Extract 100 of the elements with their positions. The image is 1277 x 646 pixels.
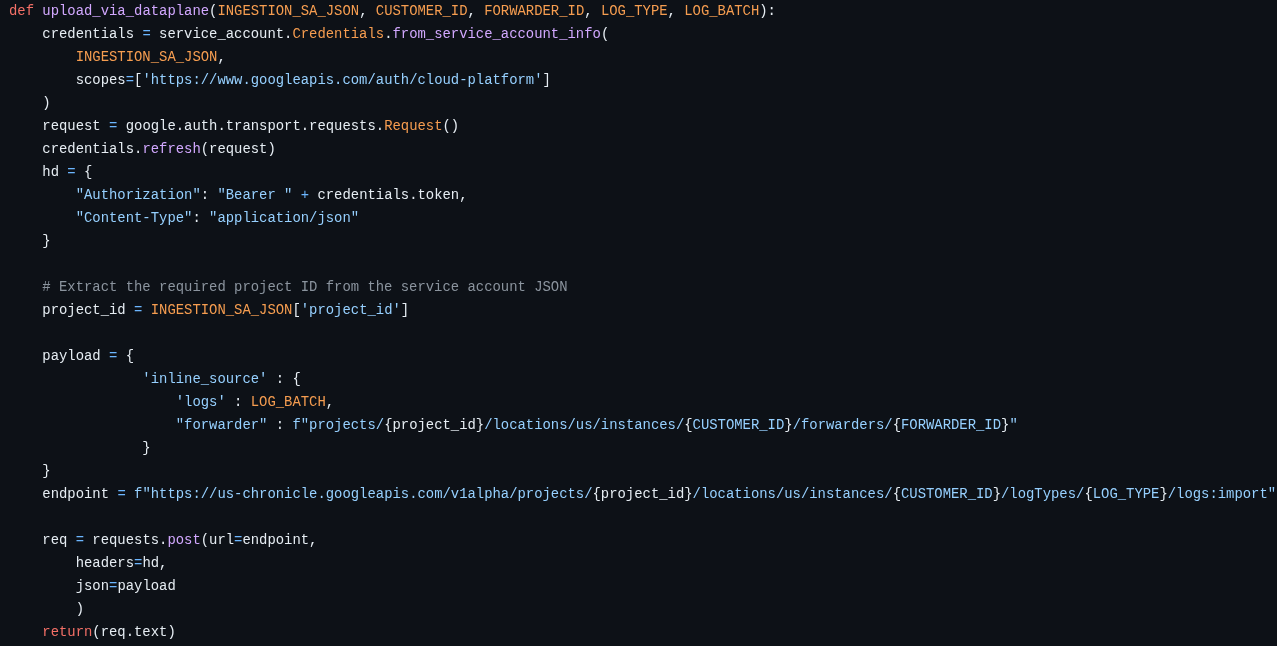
code-text: (request) xyxy=(200,141,276,157)
code-text: : xyxy=(192,210,202,226)
string-literal: f"https://us-chronicle.googleapis.com/v1alpha/projects/ xyxy=(133,486,593,502)
method-name: post xyxy=(167,532,201,548)
code-text: { xyxy=(124,348,135,364)
code-text: credentials. xyxy=(41,141,143,157)
code-text: {project_id} xyxy=(592,486,693,502)
constant: INGESTION_SA_JSON xyxy=(149,302,293,318)
code-text: { xyxy=(892,486,901,502)
operator: = xyxy=(109,578,118,594)
code-text: , xyxy=(667,3,677,19)
code-text: } xyxy=(784,417,793,433)
code-text: request xyxy=(41,118,102,134)
code-text: ( xyxy=(209,3,218,19)
code-text: project_id xyxy=(41,302,127,318)
code-text: , xyxy=(584,3,594,19)
constant: LOG_BATCH xyxy=(250,394,326,410)
code-text: hd xyxy=(41,164,60,180)
code-text: ] xyxy=(400,302,410,318)
string-literal: LOG_TYPE xyxy=(1092,486,1160,502)
code-comment: # Extract the required project ID from the service account JSON xyxy=(41,279,568,295)
string-literal: /logTypes/ xyxy=(1001,486,1085,502)
code-text: } xyxy=(992,486,1001,502)
code-text: headers xyxy=(74,555,135,571)
string-literal: "Bearer " xyxy=(217,187,293,203)
code-text: [ xyxy=(292,302,301,318)
string-literal: /logs:import" xyxy=(1167,486,1277,502)
operator: = xyxy=(134,555,143,571)
operator: + xyxy=(299,187,311,203)
code-text: ( xyxy=(600,26,610,42)
string-literal: /forwarders/ xyxy=(792,417,893,433)
code-text: , xyxy=(359,3,369,19)
string-literal: "forwarder" xyxy=(174,417,268,433)
constant: CUSTOMER_ID xyxy=(375,3,468,19)
code-text: payload xyxy=(41,348,102,364)
code-text: } xyxy=(41,233,51,249)
code-text: {project_id} xyxy=(384,417,485,433)
constant: INGESTION_SA_JSON xyxy=(74,49,218,65)
code-text: } xyxy=(1001,417,1010,433)
code-text: : xyxy=(233,394,244,410)
constant: LOG_BATCH xyxy=(684,3,760,19)
string-literal: f"projects/ xyxy=(292,417,385,433)
operator: = xyxy=(142,26,151,42)
string-literal: "Content-Type" xyxy=(74,210,193,226)
constant: LOG_TYPE xyxy=(600,3,668,19)
code-text: [ xyxy=(134,72,143,88)
code-text: json xyxy=(74,578,110,594)
string-literal: "Authorization" xyxy=(74,187,201,203)
string-literal: "application/json" xyxy=(209,210,360,226)
code-text: : xyxy=(274,417,286,433)
code-text: requests. xyxy=(91,532,168,548)
code-text: ] xyxy=(542,72,551,88)
operator: = xyxy=(125,72,135,88)
code-text: req xyxy=(41,532,69,548)
string-literal: " xyxy=(1009,417,1018,433)
code-text: , xyxy=(325,394,335,410)
code-text: (req.text) xyxy=(92,624,176,640)
keyword: return xyxy=(41,624,93,640)
operator: = xyxy=(109,348,118,364)
code-text: google.auth.transport.requests. xyxy=(124,118,385,134)
method-name: refresh xyxy=(142,141,201,157)
method-name: from_service_account_info xyxy=(392,26,601,42)
string-literal: 'project_id' xyxy=(300,302,401,318)
function-name: upload_via_dataplane xyxy=(41,3,210,19)
code-text: , xyxy=(467,3,477,19)
constant: FORWARDER_ID xyxy=(484,3,585,19)
string-literal: FORWARDER_ID xyxy=(901,417,1002,433)
string-literal: /locations/us/instances/ xyxy=(484,417,685,433)
code-text: { xyxy=(892,417,901,433)
code-text: { xyxy=(684,417,693,433)
code-text: , xyxy=(217,49,226,65)
code-text: endpoint xyxy=(41,486,111,502)
operator: = xyxy=(67,164,76,180)
code-text: hd, xyxy=(142,555,168,571)
code-text: } xyxy=(1159,486,1168,502)
string-literal: 'https://www.googleapis.com/auth/cloud-platform' xyxy=(142,72,543,88)
code-text: { xyxy=(83,164,93,180)
string-literal: CUSTOMER_ID xyxy=(900,486,993,502)
string-literal: CUSTOMER_ID xyxy=(692,417,785,433)
operator: = xyxy=(117,486,126,502)
keyword: def xyxy=(9,3,34,19)
code-text: . xyxy=(384,26,393,42)
operator: = xyxy=(109,118,118,134)
operator: = xyxy=(75,532,85,548)
operator: = xyxy=(234,532,243,548)
code-text: { xyxy=(1084,486,1093,502)
code-text: credentials xyxy=(41,26,136,42)
operator: = xyxy=(134,302,143,318)
code-text: ) xyxy=(74,601,85,617)
string-literal: 'logs' xyxy=(174,394,226,410)
code-text: credentials.token, xyxy=(317,187,468,203)
code-text: (url xyxy=(200,532,235,548)
code-text: : { xyxy=(274,371,301,387)
code-text: ) xyxy=(41,95,51,111)
code-text: } xyxy=(141,440,151,456)
code-text: endpoint, xyxy=(242,532,318,548)
class-name: Credentials xyxy=(292,26,385,42)
code-text: payload xyxy=(117,578,176,594)
code-text: ): xyxy=(759,3,776,19)
code-text: : xyxy=(200,187,211,203)
